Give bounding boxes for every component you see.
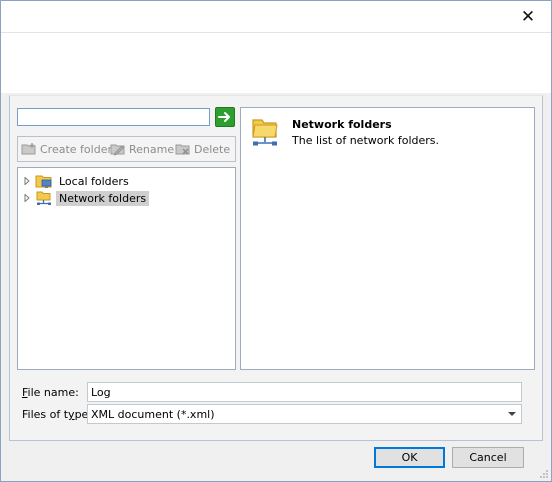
create-folder-label: Create folder xyxy=(40,142,112,156)
file-type-select[interactable]: XML document (*.xml) xyxy=(87,404,522,424)
info-description: The list of network folders. xyxy=(292,134,440,147)
rename-button[interactable]: Rename xyxy=(110,141,174,157)
file-name-label: File name: xyxy=(22,386,79,399)
create-folder-button[interactable]: Create folder xyxy=(21,141,112,157)
expand-arrow-icon[interactable] xyxy=(22,193,32,203)
chevron-down-icon xyxy=(508,412,516,416)
create-folder-icon xyxy=(21,143,36,155)
title-bar: ✕ xyxy=(1,1,551,32)
local-folders-icon xyxy=(35,175,52,188)
rename-label: Rename xyxy=(129,142,175,156)
ok-button[interactable]: OK xyxy=(374,447,445,468)
go-button[interactable] xyxy=(215,107,235,127)
delete-button[interactable]: Delete xyxy=(175,141,230,157)
delete-label: Delete xyxy=(194,142,231,156)
tree-item-network-folders[interactable]: Network folders xyxy=(22,190,150,206)
resize-grip-icon[interactable] xyxy=(539,469,549,479)
tree-item-label: Network folders xyxy=(56,190,150,206)
network-folders-icon xyxy=(252,119,278,146)
file-type-label: Files of type: xyxy=(22,408,93,421)
expand-arrow-icon[interactable] xyxy=(22,176,32,186)
delete-icon xyxy=(175,144,190,155)
ok-label: OK xyxy=(401,451,418,464)
header-band xyxy=(1,32,551,93)
folder-info-panel: Network folders The list of network fold… xyxy=(240,107,535,370)
rename-icon xyxy=(110,144,125,156)
path-input[interactable] xyxy=(17,108,210,126)
folder-toolbar: Create folder Rename Delete xyxy=(17,136,236,162)
close-button[interactable]: ✕ xyxy=(505,1,551,32)
cancel-button[interactable]: Cancel xyxy=(452,447,524,468)
close-icon: ✕ xyxy=(520,6,536,27)
cancel-label: Cancel xyxy=(469,451,507,464)
file-name-field[interactable] xyxy=(87,382,522,402)
tree-item-local-folders[interactable]: Local folders xyxy=(22,173,132,189)
file-type-value: XML document (*.xml) xyxy=(91,407,215,421)
arrow-right-icon xyxy=(218,112,230,122)
folder-tree[interactable]: Local folders Network folders xyxy=(17,167,236,370)
tree-item-label: Local folders xyxy=(59,174,129,188)
info-title: Network folders xyxy=(292,118,392,131)
network-folders-icon xyxy=(36,191,51,205)
